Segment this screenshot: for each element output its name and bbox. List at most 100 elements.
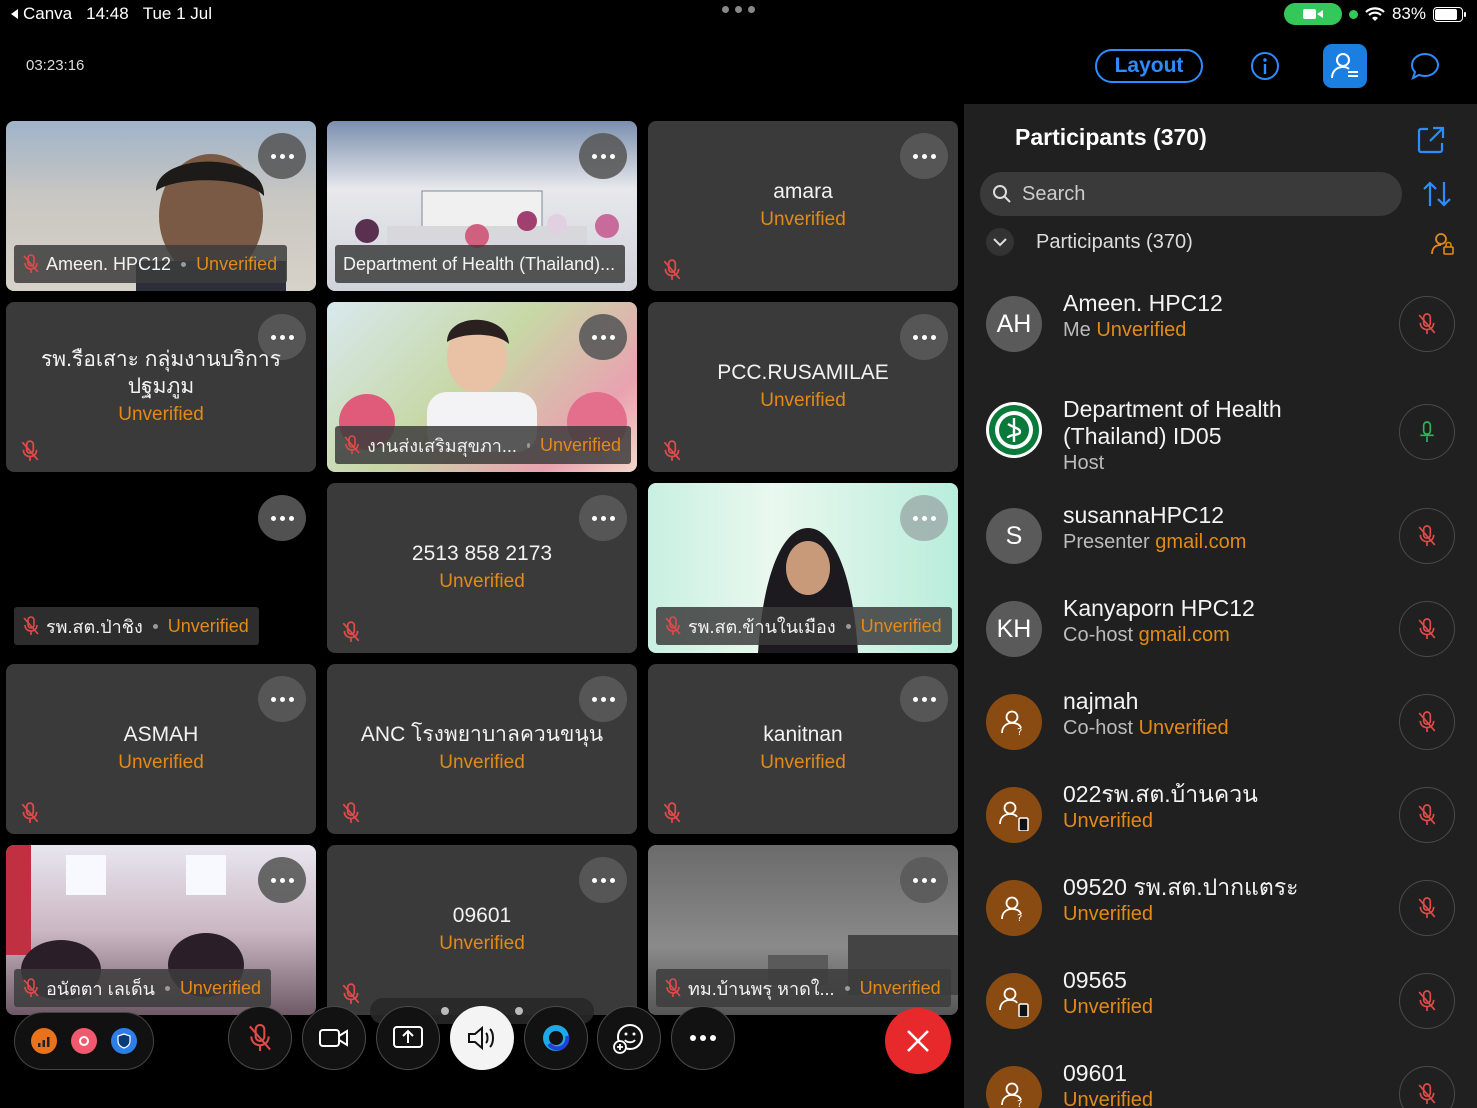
more-options-button[interactable] (579, 133, 627, 179)
tile-name-label: รพ.สต.ป่าชิง Unverified (14, 607, 259, 645)
video-tile[interactable]: รพ.รือเสาะ กลุ่มงานบริการปฐมภูม Unverifi… (6, 302, 316, 472)
video-tile[interactable]: อนัตตา เลเด็น Unverified (6, 845, 316, 1015)
mic-muted-icon (1418, 525, 1436, 546)
video-tile[interactable]: รพ.สต.ป่าชิง Unverified (6, 483, 316, 653)
recording-icon (71, 1028, 97, 1054)
audio-button[interactable] (450, 1006, 514, 1070)
more-options-button[interactable] (258, 133, 306, 179)
video-tile[interactable]: ASMAH Unverified (6, 664, 316, 834)
mic-toggle-button[interactable] (1399, 1066, 1455, 1108)
section-label: Participants (370) (1036, 230, 1193, 253)
more-options-button[interactable] (579, 857, 627, 903)
clock: 14:48 (86, 4, 129, 23)
mic-toggle-button[interactable] (1399, 880, 1455, 936)
more-options-button[interactable] (579, 495, 627, 541)
meeting-status-pill[interactable] (14, 1012, 154, 1070)
more-options-button[interactable] (900, 676, 948, 722)
more-options-button[interactable] (579, 314, 627, 360)
more-options-button[interactable] (900, 314, 948, 360)
guest-user-icon: ? (986, 1066, 1042, 1108)
participant-name: รพ.รือเสาะ กลุ่มงานบริการปฐมภูม (41, 348, 281, 398)
back-to-app-link[interactable]: Canva (10, 4, 72, 24)
mic-toggle-button[interactable] (1399, 601, 1455, 657)
mic-toggle-button[interactable] (1399, 404, 1455, 460)
participant-row[interactable]: 09565 Unverified (964, 953, 1477, 1046)
participant-name: PCC.RUSAMILAE (717, 361, 889, 384)
participants-section-toggle[interactable]: Participants (370) (986, 228, 1193, 256)
search-placeholder: Search (1022, 182, 1086, 205)
participant-row[interactable]: ? 09520 รพ.สต.ปากแตระ Unverified (964, 860, 1477, 953)
participant-row[interactable]: ? 09601 Unverified (964, 1046, 1477, 1108)
reactions-button[interactable] (597, 1006, 661, 1070)
security-shield-icon (111, 1028, 137, 1054)
chat-button[interactable] (1403, 44, 1447, 88)
more-options-button[interactable] (900, 495, 948, 541)
mic-muted-icon (665, 978, 681, 997)
search-input[interactable]: Search (980, 172, 1402, 216)
video-tile[interactable]: Ameen. HPC12 Unverified (6, 121, 316, 291)
mic-toggle-button[interactable] (1399, 787, 1455, 843)
mic-toggle-button[interactable] (1399, 296, 1455, 352)
video-tile[interactable]: Department of Health (Thailand)... (327, 121, 637, 291)
layout-button[interactable]: Layout (1095, 49, 1203, 83)
participant-row[interactable]: 022รพ.สต.บ้านควน Unverified (964, 767, 1477, 860)
participant-name: 2513 858 2173 (411, 542, 553, 565)
speaker-icon (468, 1025, 494, 1051)
video-tile[interactable]: amara Unverified (648, 121, 958, 291)
guest-mobile-user-icon (986, 973, 1042, 1029)
video-tile[interactable]: PCC.RUSAMILAE Unverified (648, 302, 958, 472)
department-logo (986, 402, 1042, 458)
mic-toggle-button[interactable] (1399, 973, 1455, 1029)
more-options-button[interactable] (900, 133, 948, 179)
sort-icon[interactable] (1421, 180, 1453, 208)
more-options-button[interactable] (900, 857, 948, 903)
participant-name: Ameen. HPC12 (1063, 290, 1223, 316)
participant-row[interactable]: S susannaHPC12 Presenter gmail.com (964, 488, 1477, 581)
more-options-button[interactable] (579, 676, 627, 722)
end-call-button[interactable] (885, 1008, 951, 1074)
more-options-button[interactable] (258, 495, 306, 541)
video-tile[interactable]: รพ.สต.ข้านในเมือง Unverified (648, 483, 958, 653)
info-button[interactable] (1243, 44, 1287, 88)
video-tile[interactable]: kanitnan Unverified (648, 664, 958, 834)
more-options-button[interactable] (258, 857, 306, 903)
participant-role: Co-host (1063, 717, 1134, 739)
mic-toggle-button[interactable] (1399, 694, 1455, 750)
participant-row[interactable]: Department of Health (Thailand) ID05 Hos… (964, 382, 1477, 482)
mute-button[interactable] (228, 1006, 292, 1070)
video-tile[interactable]: ANC โรงพยาบาลควนขนุน Unverified (327, 664, 637, 834)
chat-bubble-icon (1410, 52, 1440, 80)
video-tile[interactable]: 2513 858 2173 Unverified (327, 483, 637, 653)
participants-button[interactable] (1323, 44, 1367, 88)
user-lock-icon[interactable] (1431, 232, 1455, 256)
signal-strength-icon (31, 1028, 57, 1054)
share-button[interactable] (376, 1006, 440, 1070)
mic-on-icon (1420, 421, 1434, 442)
ai-assistant-icon (543, 1025, 570, 1051)
participant-name: susannaHPC12 (1063, 502, 1225, 528)
mic-muted-icon (1418, 618, 1436, 639)
pop-out-icon[interactable] (1415, 124, 1447, 156)
video-tile[interactable]: งานส่งเสริมสุขภา... Unverified (327, 302, 637, 472)
participant-row[interactable]: ? najmah Co-host Unverified (964, 674, 1477, 767)
video-tile[interactable]: ทม.บ้านพรุ หาดใ... Unverified (648, 845, 958, 1015)
mic-in-use-indicator (1348, 9, 1358, 19)
mic-muted-icon (663, 802, 681, 823)
mic-muted-icon (342, 802, 360, 823)
more-options-button[interactable] (258, 676, 306, 722)
mic-muted-icon (1418, 1083, 1436, 1104)
video-tile[interactable]: 09601 Unverified (327, 845, 637, 1015)
participant-name: Department of Health (Thailand) ID05 (1063, 396, 1282, 449)
avatar: KH (986, 601, 1042, 657)
tile-name-label: Department of Health (Thailand)... (335, 245, 626, 283)
multitask-dots-icon[interactable] (722, 6, 755, 13)
participant-row[interactable]: AH Ameen. HPC12 Me Unverified (964, 276, 1477, 369)
video-camera-icon (319, 1029, 348, 1047)
more-button[interactable] (671, 1006, 735, 1070)
webex-ai-button[interactable] (524, 1006, 588, 1070)
mic-toggle-button[interactable] (1399, 508, 1455, 564)
participant-row[interactable]: KH Kanyaporn HPC12 Co-host gmail.com (964, 581, 1477, 674)
video-button[interactable] (302, 1006, 366, 1070)
verification-status: Unverified (439, 933, 525, 954)
mic-muted-icon (21, 440, 39, 461)
